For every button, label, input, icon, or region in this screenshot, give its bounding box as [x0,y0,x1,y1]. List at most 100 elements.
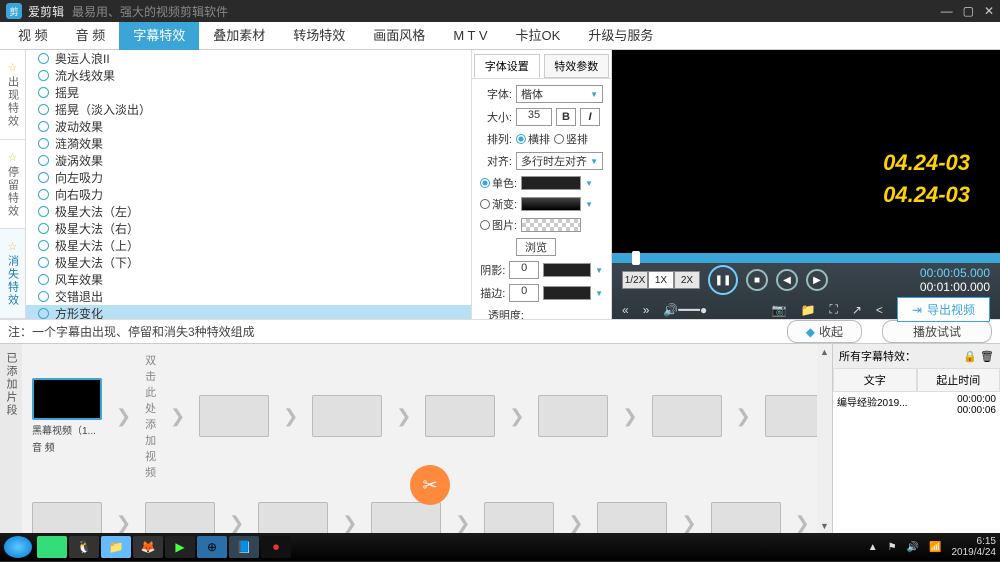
tab-style[interactable]: 画面风格 [359,22,439,50]
stroke-swatch[interactable] [543,286,591,300]
tb-app7[interactable]: 📘 [229,536,259,558]
fx-item[interactable]: 摇晃 [26,84,471,101]
tab-audio[interactable]: 音 频 [62,22,120,50]
tb-app4[interactable]: 🦊 [133,536,163,558]
clip[interactable] [371,502,441,533]
clip[interactable]: 黑幕视频（1...音 频 [32,378,102,454]
input-stroke[interactable]: 0 [509,284,539,302]
shadow-swatch[interactable] [543,263,591,277]
radio-gradient[interactable]: 渐变: [480,196,517,212]
clip[interactable] [312,395,382,437]
close-icon[interactable]: ✕ [984,4,994,18]
rewind-icon[interactable]: « [622,303,629,317]
select-font[interactable]: 楷体 [516,85,603,103]
fullscreen-icon[interactable]: ⛶ [829,302,837,317]
italic-button[interactable]: I [580,108,600,126]
scrub-thumb[interactable] [632,251,640,265]
tb-app5[interactable]: ▶ [165,536,195,558]
settings-icon[interactable]: ↗ [852,303,862,317]
tab-karaoke[interactable]: 卡拉OK [502,22,575,50]
prev-frame-button[interactable]: ◀ [776,269,798,291]
lock-icon[interactable]: 🔒 [963,350,977,363]
clip[interactable] [597,502,667,533]
play-test-button[interactable]: 播放试试 [882,320,992,343]
clip[interactable] [425,395,495,437]
export-button[interactable]: ⇥导出视频 [897,297,990,322]
minimize-icon[interactable]: — [941,4,953,18]
maximize-icon[interactable]: ▢ [963,4,974,18]
cut-button[interactable]: ✂ [410,465,450,505]
folder-icon[interactable]: 📁 [800,303,815,317]
next-frame-button[interactable]: ▶ [806,269,828,291]
clip[interactable] [652,395,722,437]
tb-app2[interactable]: 🐧 [69,536,99,558]
tb-app3[interactable]: 📁 [101,536,131,558]
radio-vertical[interactable]: 竖排 [554,131,588,147]
bold-button[interactable]: B [556,108,576,126]
fx-item[interactable]: 向右吸力 [26,186,471,203]
fx-item[interactable]: 极星大法（上） [26,237,471,254]
fx-item[interactable]: 交错退出 [26,288,471,305]
fx-item[interactable]: 极星大法（下） [26,254,471,271]
effect-list[interactable]: 奥运人浪II流水线效果摇晃摇晃（淡入淡出）波动效果涟漪效果漩涡效果向左吸力向右吸… [26,50,471,319]
video-preview[interactable]: 04.24-03 04.24-03 [612,50,1000,253]
tray-network-icon[interactable]: 📶 [929,542,941,553]
clip[interactable] [258,502,328,533]
color-swatch[interactable] [521,176,581,190]
radio-solid[interactable]: 单色: [480,175,517,191]
tab-overlay[interactable]: 叠加素材 [199,22,279,50]
fx-item[interactable]: 流水线效果 [26,67,471,84]
fx-item[interactable]: 涟漪效果 [26,135,471,152]
fx-item[interactable]: 极星大法（左） [26,203,471,220]
fx-item[interactable]: 摇晃（淡入淡出） [26,101,471,118]
fx-item[interactable]: 奥运人浪II [26,50,471,67]
tb-app6[interactable]: ⊕ [197,536,227,558]
start-button[interactable] [4,536,32,558]
volume-icon[interactable]: 🔊━━━● [663,303,707,317]
tab-subtitle-fx[interactable]: 字幕特效 [119,22,199,50]
clip[interactable] [538,395,608,437]
prop-tab-params[interactable]: 特效参数 [544,54,610,78]
fx-item[interactable]: 向左吸力 [26,169,471,186]
snapshot-icon[interactable]: 📷 [772,303,787,317]
sidetab-stay[interactable]: ☆停留特效 [0,140,25,230]
input-shadow[interactable]: 0 [509,261,539,279]
sidetab-disappear[interactable]: ☆消失特效 [0,229,25,319]
gradient-swatch[interactable] [521,197,581,211]
color-dropdown-icon[interactable] [585,177,593,189]
fx-item[interactable]: 极星大法（右） [26,220,471,237]
radio-picture[interactable]: 图片: [480,217,517,233]
browse-button[interactable]: 浏览 [516,238,556,256]
input-size[interactable]: 35 [516,108,552,126]
tray-clock[interactable]: 6:15 2019/4/24 [952,536,997,558]
tb-app8[interactable]: ⏺ [261,536,291,558]
fx-item[interactable]: 风车效果 [26,271,471,288]
tab-transition[interactable]: 转场特效 [279,22,359,50]
clip-scrollbar[interactable]: ▲▼ [817,344,832,533]
tray-battery-icon[interactable]: ⚑ [888,542,897,553]
fx-item[interactable]: 漩涡效果 [26,152,471,169]
speed-2x[interactable]: 2X [674,271,700,289]
stroke-dropdown-icon[interactable] [595,287,603,299]
prop-tab-font[interactable]: 字体设置 [474,54,540,78]
scrub-bar[interactable] [612,253,1000,263]
fx-item[interactable]: 方形变化 [26,305,471,319]
stop-button[interactable]: ■ [746,269,768,291]
share-icon[interactable]: < [876,303,883,317]
tb-app1[interactable] [37,536,67,558]
clip[interactable] [711,502,781,533]
clip[interactable] [32,502,102,533]
speed-half[interactable]: 1/2X [622,271,648,289]
select-align[interactable]: 多行时左对齐 [516,152,603,170]
clip[interactable] [765,395,817,437]
tab-mtv[interactable]: M T V [439,22,501,50]
shadow-dropdown-icon[interactable] [595,264,603,276]
clip[interactable] [145,502,215,533]
radio-horizontal[interactable]: 横排 [516,131,550,147]
tray-arrow-icon[interactable]: ▲ [868,542,878,553]
delete-icon[interactable]: 🗑 [980,350,994,363]
subtitle-row[interactable]: 编导经验2019...00:00:0000:00:06 [833,392,1000,418]
speed-1x[interactable]: 1X [648,271,674,289]
tray-volume-icon[interactable]: 🔊 [907,542,919,553]
forward-icon[interactable]: » [643,303,650,317]
